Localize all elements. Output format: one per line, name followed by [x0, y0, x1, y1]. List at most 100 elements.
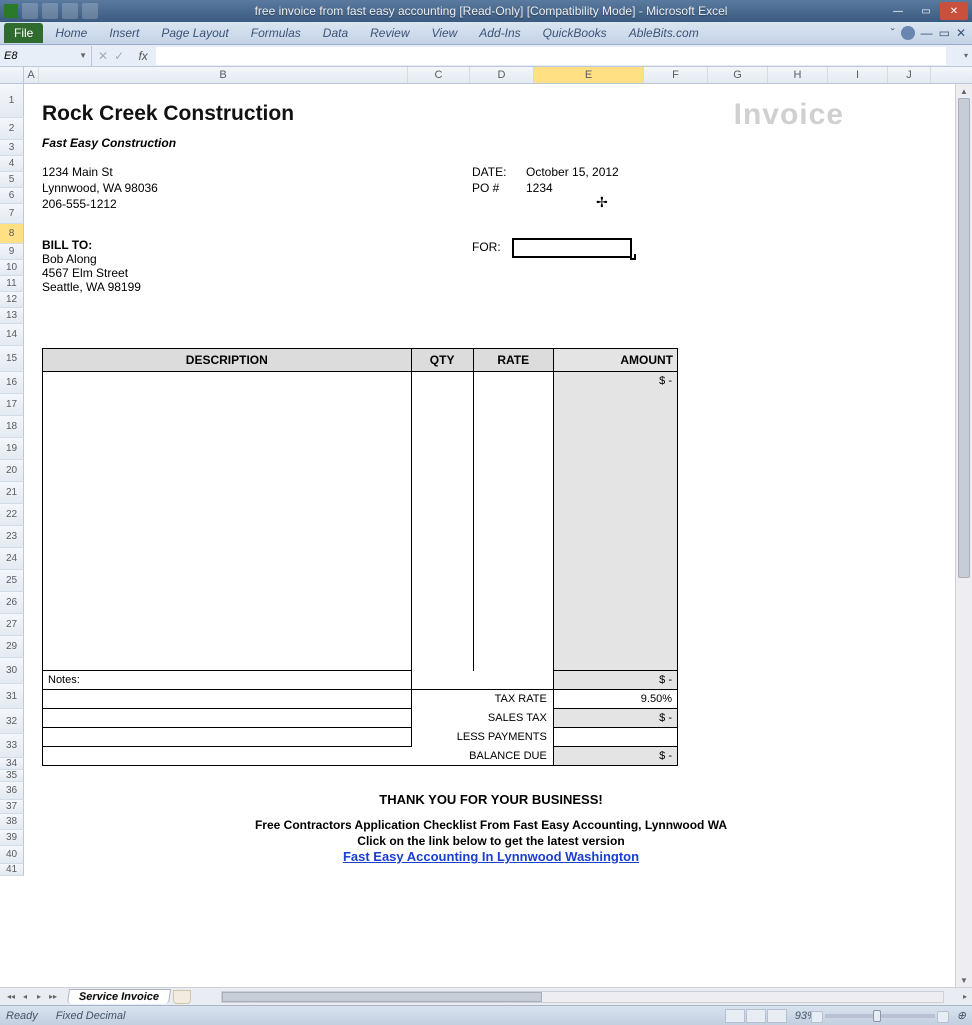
- row-header-32[interactable]: 32: [0, 709, 24, 734]
- selected-cell[interactable]: [512, 238, 632, 258]
- fill-handle[interactable]: [630, 254, 636, 260]
- row-header-35[interactable]: 35: [0, 770, 24, 782]
- workbook-min-icon[interactable]: —: [921, 26, 933, 40]
- row-header-25[interactable]: 25: [0, 570, 24, 592]
- row-header-41[interactable]: 41: [0, 864, 24, 876]
- tab-ablebits[interactable]: AbleBits.com: [619, 23, 709, 43]
- tab-nav-last-icon[interactable]: ▸▸: [46, 990, 60, 1004]
- row-header-22[interactable]: 22: [0, 504, 24, 526]
- column-header-F[interactable]: F: [644, 67, 708, 83]
- row-header-5[interactable]: 5: [0, 172, 24, 188]
- scroll-up-icon[interactable]: ▲: [956, 84, 972, 98]
- qat-more-icon[interactable]: [82, 3, 98, 19]
- column-header-B[interactable]: B: [39, 67, 408, 83]
- zoom-slider[interactable]: [825, 1014, 935, 1018]
- fx-button[interactable]: fx: [130, 49, 156, 63]
- workbook-restore-icon[interactable]: ▭: [939, 26, 950, 40]
- row-header-16[interactable]: 16: [0, 372, 24, 394]
- row-header-29[interactable]: 29: [0, 636, 24, 658]
- horizontal-scrollbar[interactable]: [221, 991, 944, 1003]
- minimize-button[interactable]: —: [884, 2, 912, 20]
- enter-icon[interactable]: ✓: [114, 49, 124, 63]
- tab-formulas[interactable]: Formulas: [241, 23, 311, 43]
- view-page-break-button[interactable]: [767, 1009, 787, 1023]
- zoom-thumb[interactable]: [873, 1010, 881, 1022]
- row-header-27[interactable]: 27: [0, 614, 24, 636]
- new-sheet-button[interactable]: [173, 990, 191, 1004]
- tab-insert[interactable]: Insert: [99, 23, 149, 43]
- row-header-33[interactable]: 33: [0, 734, 24, 758]
- row-header-34[interactable]: 34: [0, 758, 24, 770]
- tab-page-layout[interactable]: Page Layout: [151, 23, 238, 43]
- file-tab[interactable]: File: [4, 23, 43, 43]
- tab-nav-prev-icon[interactable]: ◂: [18, 990, 32, 1004]
- select-all-corner[interactable]: [0, 67, 24, 83]
- row-header-15[interactable]: 15: [0, 346, 24, 372]
- formula-input[interactable]: [156, 47, 946, 65]
- row-header-19[interactable]: 19: [0, 438, 24, 460]
- maximize-button[interactable]: ▭: [912, 2, 940, 20]
- row-header-23[interactable]: 23: [0, 526, 24, 548]
- row-header-14[interactable]: 14: [0, 324, 24, 346]
- row-header-11[interactable]: 11: [0, 276, 24, 292]
- tab-addins[interactable]: Add-Ins: [469, 23, 530, 43]
- column-header-J[interactable]: J: [888, 67, 931, 83]
- ribbon-min-icon[interactable]: ˇ: [891, 26, 895, 40]
- sheet-content[interactable]: Rock Creek Construction Invoice Fast Eas…: [24, 84, 954, 987]
- row-header-3[interactable]: 3: [0, 140, 24, 156]
- row-header-1[interactable]: 1: [0, 84, 24, 118]
- row-header-36[interactable]: 36: [0, 782, 24, 800]
- row-header-40[interactable]: 40: [0, 846, 24, 864]
- row-header-10[interactable]: 10: [0, 260, 24, 276]
- zoom-in-icon[interactable]: ⊕: [957, 1009, 966, 1022]
- row-header-30[interactable]: 30: [0, 658, 24, 684]
- tab-home[interactable]: Home: [45, 23, 97, 43]
- row-header-26[interactable]: 26: [0, 592, 24, 614]
- row-header-39[interactable]: 39: [0, 830, 24, 846]
- close-button[interactable]: ✕: [940, 2, 968, 20]
- row-header-6[interactable]: 6: [0, 188, 24, 204]
- undo-icon[interactable]: [42, 3, 58, 19]
- tab-review[interactable]: Review: [360, 23, 419, 43]
- column-header-D[interactable]: D: [470, 67, 534, 83]
- tab-data[interactable]: Data: [313, 23, 358, 43]
- tab-view[interactable]: View: [422, 23, 468, 43]
- row-header-37[interactable]: 37: [0, 800, 24, 814]
- view-page-layout-button[interactable]: [746, 1009, 766, 1023]
- tab-nav-first-icon[interactable]: ◂◂: [4, 990, 18, 1004]
- row-header-7[interactable]: 7: [0, 204, 24, 224]
- scroll-down-icon[interactable]: ▼: [956, 973, 972, 987]
- row-header-20[interactable]: 20: [0, 460, 24, 482]
- row-header-12[interactable]: 12: [0, 292, 24, 308]
- column-header-C[interactable]: C: [408, 67, 470, 83]
- row-header-21[interactable]: 21: [0, 482, 24, 504]
- promo-link[interactable]: Fast Easy Accounting In Lynnwood Washing…: [343, 849, 639, 864]
- scroll-right-icon[interactable]: ▸: [958, 992, 972, 1001]
- workbook-close-icon[interactable]: ✕: [956, 26, 966, 40]
- chevron-down-icon[interactable]: ▼: [79, 51, 87, 60]
- row-header-18[interactable]: 18: [0, 416, 24, 438]
- formula-expand-icon[interactable]: ▾: [964, 51, 972, 60]
- tab-quickbooks[interactable]: QuickBooks: [533, 23, 617, 43]
- worksheet[interactable]: ABCDEFGHIJ 12345678910111213141516171819…: [0, 67, 972, 987]
- row-header-31[interactable]: 31: [0, 684, 24, 709]
- scroll-thumb[interactable]: [958, 98, 970, 578]
- row-header-9[interactable]: 9: [0, 244, 24, 260]
- column-header-G[interactable]: G: [708, 67, 768, 83]
- row-header-24[interactable]: 24: [0, 548, 24, 570]
- name-box[interactable]: E8 ▼: [0, 46, 92, 66]
- redo-icon[interactable]: [62, 3, 78, 19]
- sheet-tab-active[interactable]: Service Invoice: [67, 989, 171, 1004]
- view-normal-button[interactable]: [725, 1009, 745, 1023]
- row-header-4[interactable]: 4: [0, 156, 24, 172]
- row-header-2[interactable]: 2: [0, 118, 24, 140]
- save-icon[interactable]: [22, 3, 38, 19]
- tab-nav-next-icon[interactable]: ▸: [32, 990, 46, 1004]
- column-header-I[interactable]: I: [828, 67, 888, 83]
- column-header-A[interactable]: A: [24, 67, 39, 83]
- row-header-38[interactable]: 38: [0, 814, 24, 830]
- hscroll-thumb[interactable]: [222, 992, 542, 1002]
- column-header-E[interactable]: E: [534, 67, 644, 83]
- column-header-H[interactable]: H: [768, 67, 828, 83]
- row-header-8[interactable]: 8: [0, 224, 24, 244]
